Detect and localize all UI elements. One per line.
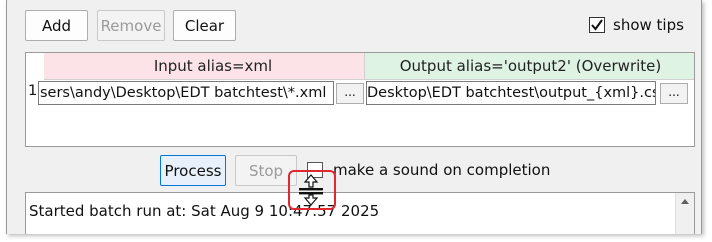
input-path-field[interactable]: sers\andy\Desktop\EDT batchtest\*.xml [38,81,334,105]
checkmark-icon [591,19,603,31]
log-scrollbar[interactable] [675,193,694,234]
row-index: 1 [28,83,38,99]
show-tips-label: show tips [613,16,684,34]
show-tips-checkbox[interactable] [589,17,605,33]
scroll-up-icon [681,199,689,204]
output-path-field[interactable]: Desktop\EDT batchtest\output_{xml}.csv [366,81,656,105]
input-column-header[interactable]: Input alias=xml [44,53,382,80]
clear-button[interactable]: Clear [173,10,236,41]
remove-button[interactable]: Remove [97,10,165,41]
log-output[interactable]: Started batch run at: Sat Aug 9 10:47:57… [25,192,695,234]
input-browse-button[interactable]: ... [336,83,364,104]
add-button[interactable]: Add [25,10,88,41]
batch-table: Input alias=xml Output alias='output2' (… [25,52,695,147]
output-browse-button[interactable]: ... [660,83,688,104]
sound-label: make a sound on completion [333,161,551,179]
output-column-header[interactable]: Output alias='output2' (Overwrite) [364,53,694,80]
batch-window: Add Remove Clear show tips Input alias=x… [6,0,702,234]
process-button[interactable]: Process [160,155,226,186]
resize-cursor-icon [299,174,323,206]
